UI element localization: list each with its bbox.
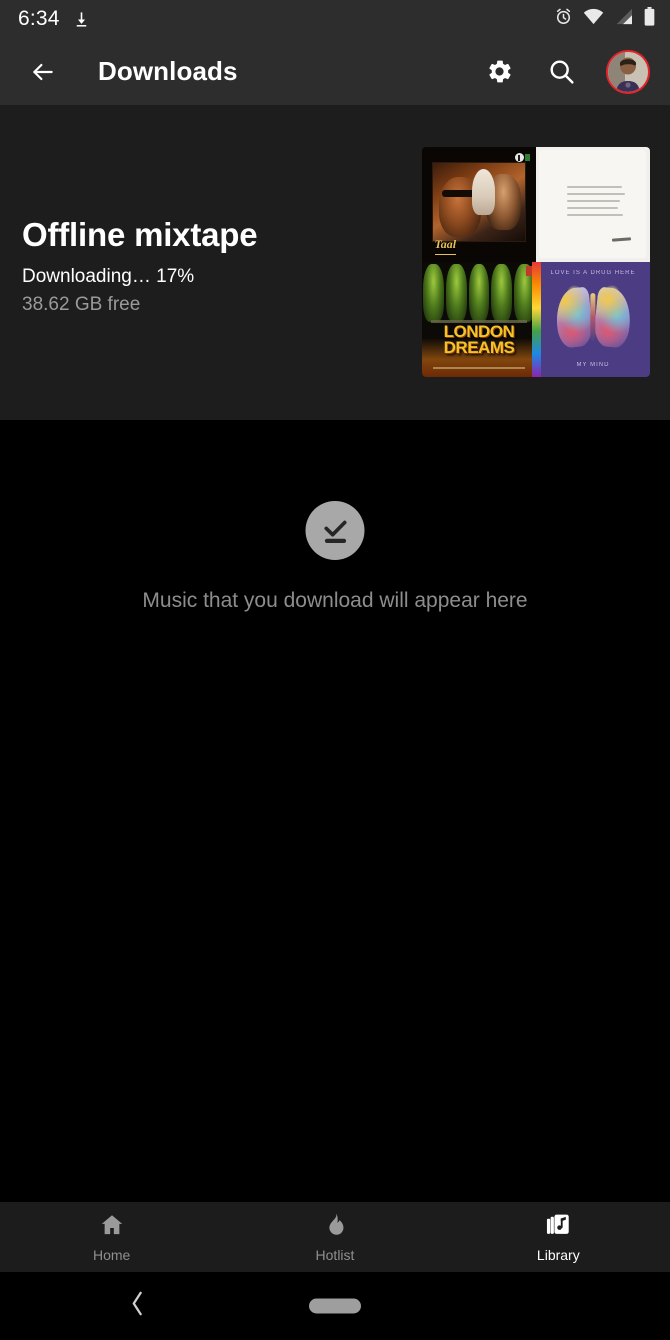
handwritten-note-album-art — [536, 147, 650, 262]
flame-icon — [322, 1212, 348, 1243]
london-dreams-title: LONDON DREAMS — [443, 322, 515, 357]
app-bar-actions — [482, 49, 650, 94]
nav-label-home: Home — [92, 1246, 131, 1263]
taal-logo-text: Taal — [434, 236, 457, 255]
download-status: Downloading… 17% — [22, 265, 195, 287]
downloads-empty-state: Music that you download will appear here — [0, 420, 670, 1202]
t-series-logo-icon — [515, 152, 531, 163]
avatar-photo — [608, 51, 648, 92]
alarm-clock-icon — [554, 7, 573, 31]
hero-text-block: Offline mixtape Downloading… 17% 38.62 G… — [22, 216, 258, 316]
search-icon[interactable] — [544, 55, 578, 89]
nav-label-hotlist: Hotlist — [315, 1246, 355, 1263]
storage-free: 38.62 GB free — [22, 293, 141, 315]
page-title: Downloads — [98, 56, 238, 86]
london-dreams-credits — [433, 366, 525, 369]
butterfly-wing-right — [592, 286, 633, 349]
app-screen: 6:34 Downloads Offline mixtape Downloadi… — [0, 0, 670, 1340]
butterfly-graphic — [553, 284, 633, 353]
note-page — [539, 150, 646, 258]
taal-photo — [432, 161, 526, 243]
album-art-grid: Taal LONDON DREAMS LOVE IS A DRUG HERE M… — [422, 147, 650, 377]
download-icon — [72, 10, 91, 29]
butterfly-bottom-text: MY MIND — [576, 361, 610, 368]
nav-item-home[interactable]: Home — [0, 1202, 223, 1272]
status-icons — [554, 7, 656, 31]
note-signature — [611, 237, 632, 242]
account-avatar[interactable] — [606, 49, 650, 94]
download-done-icon — [305, 501, 365, 560]
cell-signal-icon — [614, 8, 633, 30]
london-dreams-album-art: LONDON DREAMS — [422, 262, 536, 377]
purple-butterfly-album-art: LOVE IS A DRUG HERE MY MIND — [536, 262, 650, 377]
gear-icon[interactable] — [482, 55, 516, 89]
home-pill[interactable] — [309, 1298, 361, 1314]
system-back-chevron[interactable] — [128, 1289, 147, 1324]
status-time: 6:34 — [18, 7, 60, 30]
home-icon — [99, 1212, 125, 1243]
note-text-lines — [566, 185, 625, 221]
butterfly-body — [590, 293, 596, 342]
nav-label-library: Library — [536, 1246, 580, 1263]
nav-item-hotlist[interactable]: Hotlist — [223, 1202, 446, 1272]
back-arrow-icon[interactable] — [26, 55, 60, 89]
system-navigation-bar — [0, 1272, 670, 1340]
app-bar: Downloads — [0, 38, 670, 105]
london-dreams-cast — [422, 264, 536, 322]
offline-mixtape-hero[interactable]: Offline mixtape Downloading… 17% 38.62 G… — [0, 105, 670, 420]
rainbow-spine — [536, 262, 541, 377]
wifi-icon — [583, 8, 604, 30]
butterfly-wing-left — [553, 286, 594, 349]
library-music-icon — [545, 1212, 571, 1243]
taal-hand — [471, 169, 496, 215]
nav-item-library[interactable]: Library — [447, 1202, 670, 1272]
bottom-navigation: Home Hotlist Library — [0, 1202, 670, 1272]
empty-state-message: Music that you download will appear here — [142, 589, 528, 612]
butterfly-top-text: LOVE IS A DRUG HERE — [550, 270, 636, 277]
battery-icon — [643, 7, 656, 31]
status-bar: 6:34 — [0, 0, 670, 38]
taal-album-art: Taal — [422, 147, 536, 262]
hero-title: Offline mixtape — [22, 216, 258, 253]
